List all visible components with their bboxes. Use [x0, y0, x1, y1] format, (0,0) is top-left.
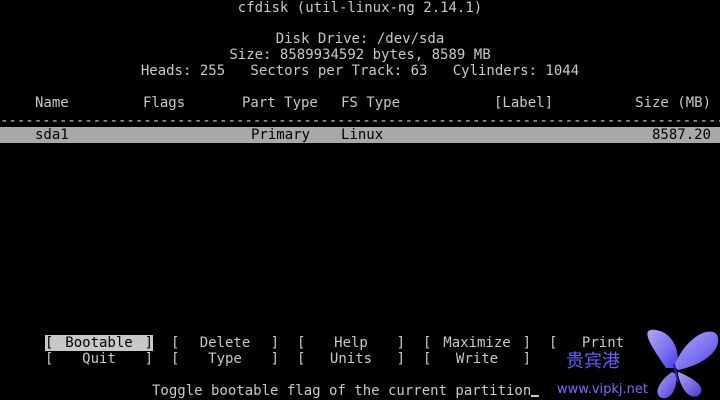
- maximize-label: Maximize: [443, 335, 511, 351]
- status-hint: Toggle bootable flag of the current part…: [152, 383, 540, 399]
- help-label: Help: [334, 335, 368, 351]
- column-header-label: [Label]: [494, 95, 554, 111]
- watermark-text: 贵宾港: [566, 351, 620, 372]
- partition-fs-type: Linux: [341, 127, 384, 143]
- bracket-right: ]: [396, 351, 405, 367]
- delete-label: Delete: [199, 335, 251, 351]
- column-header-flags: Flags: [143, 95, 186, 111]
- partition-part-type: Primary: [251, 127, 311, 143]
- text-cursor: [531, 395, 540, 397]
- bracket-right: ]: [522, 351, 531, 367]
- partition-name: sda1: [35, 127, 69, 143]
- type-label: Type: [208, 351, 242, 367]
- bootable-label: Bootable: [65, 335, 133, 351]
- quit-label: Quit: [82, 351, 116, 367]
- bracket-right: ]: [522, 335, 531, 351]
- column-header-fs-type: FS Type: [341, 95, 401, 111]
- disk-geometry-info: Heads: 255 Sectors per Track: 63 Cylinde…: [140, 63, 580, 79]
- column-header-name: Name: [35, 95, 69, 111]
- maximize-button[interactable]: [ Maximize ]: [423, 335, 531, 351]
- bracket-right: ]: [270, 335, 279, 351]
- column-header-size: Size (MB): [635, 95, 711, 111]
- write-label: Write: [455, 351, 499, 367]
- watermark-url: www.vipkj.net: [557, 382, 648, 397]
- help-button[interactable]: [ Help ]: [297, 335, 405, 351]
- type-button[interactable]: [ Type ]: [171, 351, 279, 367]
- bracket-right: ]: [396, 335, 405, 351]
- quit-button[interactable]: [ Quit ]: [45, 351, 153, 367]
- table-row[interactable]: sda1 Primary Linux 8587.20: [0, 127, 720, 143]
- bracket-right: ]: [144, 351, 153, 367]
- bracket-right: ]: [270, 351, 279, 367]
- units-label: Units: [329, 351, 373, 367]
- disk-size-info: Size: 8589934592 bytes, 8589 MB: [229, 47, 491, 63]
- app-title: cfdisk (util-linux-ng 2.14.1): [237, 0, 483, 16]
- bootable-button[interactable]: [ Bootable ]: [45, 335, 153, 351]
- terminal-screen: cfdisk (util-linux-ng 2.14.1) Disk Drive…: [0, 0, 720, 400]
- units-button[interactable]: [ Units ]: [297, 351, 405, 367]
- bracket-right: ]: [144, 335, 153, 351]
- hint-text: Toggle bootable flag of the current part…: [152, 383, 532, 399]
- column-header-part-type: Part Type: [242, 95, 318, 111]
- partition-size: 8587.20: [651, 127, 711, 143]
- write-button[interactable]: [ Write ]: [423, 351, 531, 367]
- disk-drive-info: Disk Drive: /dev/sda: [275, 31, 445, 47]
- delete-button[interactable]: [ Delete ]: [171, 335, 279, 351]
